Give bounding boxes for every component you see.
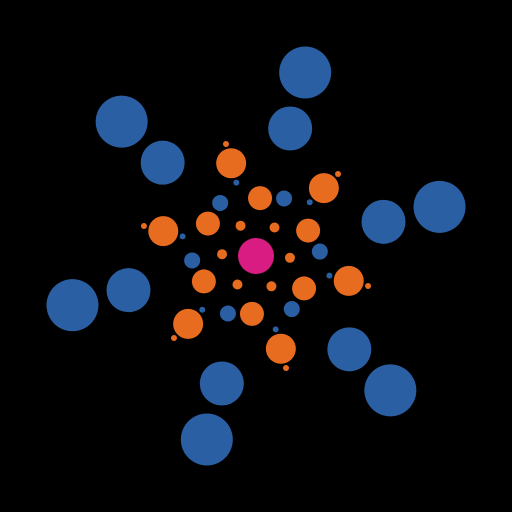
radial-dot-logo (0, 0, 512, 512)
mid-orange-dot (148, 216, 178, 246)
big-blue-dot (327, 327, 371, 371)
big-blue-dot (107, 268, 151, 312)
tiny-blue-dot (307, 199, 313, 205)
big-blue-dot (362, 200, 406, 244)
outer-blue-dot (181, 414, 233, 466)
inner-orange-dot (270, 222, 280, 232)
big-blue-dot (200, 362, 244, 406)
logo-canvas (0, 0, 512, 512)
tiny-orange-dot (365, 283, 371, 289)
pair-blue-dot (284, 301, 300, 317)
outer-blue-dot (96, 96, 148, 148)
pair-orange-dot (196, 212, 220, 236)
outer-blue-dot (279, 46, 331, 98)
mid-orange-dot (266, 334, 296, 364)
outer-blue-dot (364, 364, 416, 416)
inner-orange-dot (232, 280, 242, 290)
inner-orange-dot (285, 253, 295, 263)
mid-orange-dot (216, 148, 246, 178)
tiny-orange-dot (223, 141, 229, 147)
pair-orange-dot (296, 219, 320, 243)
pair-blue-dot (312, 244, 328, 260)
tiny-blue-dot (233, 180, 239, 186)
tiny-orange-dot (335, 171, 341, 177)
big-blue-dot (268, 107, 312, 151)
pair-orange-dot (192, 269, 216, 293)
tiny-orange-dot (283, 365, 289, 371)
tiny-blue-dot (180, 233, 186, 239)
pair-orange-dot (292, 276, 316, 300)
inner-orange-dot (217, 249, 227, 259)
pair-blue-dot (276, 190, 292, 206)
tiny-blue-dot (199, 307, 205, 313)
pair-orange-dot (240, 302, 264, 326)
mid-orange-dot (309, 173, 339, 203)
mid-orange-dot (334, 266, 364, 296)
outer-blue-dot (46, 279, 98, 331)
core-dot (238, 238, 274, 274)
big-blue-dot (141, 141, 185, 185)
inner-orange-dot (266, 281, 276, 291)
outer-blue-dot (414, 181, 466, 233)
tiny-blue-dot (273, 326, 279, 332)
tiny-blue-dot (326, 273, 332, 279)
pair-blue-dot (220, 306, 236, 322)
pair-blue-dot (212, 195, 228, 211)
pair-orange-dot (248, 186, 272, 210)
mid-orange-dot (173, 309, 203, 339)
tiny-orange-dot (171, 335, 177, 341)
tiny-orange-dot (141, 223, 147, 229)
pair-blue-dot (184, 252, 200, 268)
inner-orange-dot (236, 221, 246, 231)
